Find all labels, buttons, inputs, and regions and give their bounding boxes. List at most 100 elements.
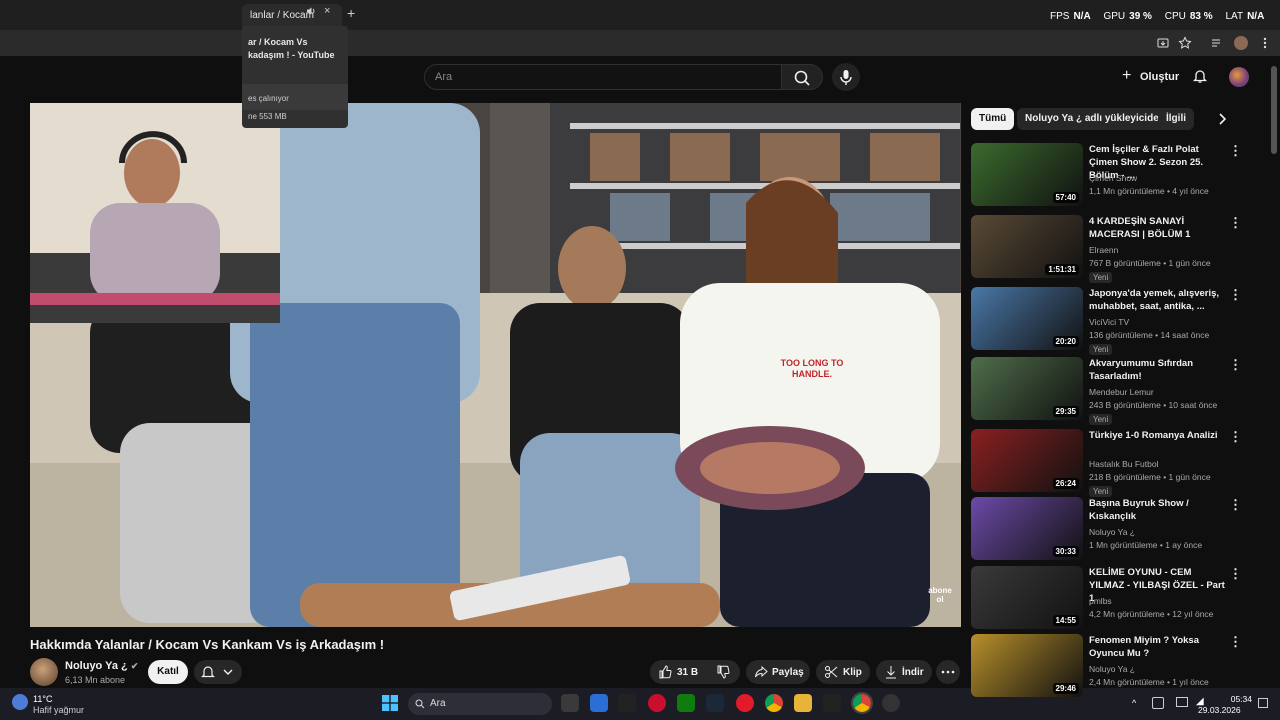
weather-temperature[interactable]: 11°C	[33, 694, 52, 704]
more-vertical-icon[interactable]: ⋮	[1229, 429, 1242, 445]
join-button[interactable]: Katıl	[148, 660, 188, 684]
chrome-icon[interactable]	[765, 694, 783, 712]
browser-menu-icon[interactable]	[1258, 36, 1272, 50]
start-button[interactable]	[382, 695, 398, 711]
recommendation-channel[interactable]: ViciVici TV	[1089, 317, 1129, 327]
more-vertical-icon[interactable]: ⋮	[1229, 215, 1242, 231]
yandex-icon[interactable]	[736, 694, 754, 712]
video-thumbnail[interactable]: 26:24	[971, 429, 1083, 492]
steam-icon[interactable]	[706, 694, 724, 712]
recommendation-item[interactable]: 26:24 Türkiye 1-0 Romanya Analizi Hastalık…	[971, 429, 1261, 497]
file-explorer-icon[interactable]	[794, 694, 812, 712]
channel-avatar[interactable]	[30, 658, 58, 686]
opera-icon[interactable]	[648, 694, 666, 712]
recommendation-item[interactable]: 30:33 Başına Buyruk Show / Kıskançlık Nolu…	[971, 497, 1261, 561]
app-g2-icon[interactable]	[823, 694, 841, 712]
weather-icon[interactable]	[12, 694, 28, 710]
recommendation-channel[interactable]: Elraenn	[1089, 245, 1118, 255]
recommendation-title[interactable]: Başına Buyruk Show / Kıskançlık	[1089, 497, 1229, 523]
app-g-icon[interactable]	[618, 694, 636, 712]
recommendation-item[interactable]: 57:40 Cem İşçiler & Fazlı Polat Çimen Sho…	[971, 143, 1261, 207]
xbox-icon[interactable]	[677, 694, 695, 712]
more-actions-button[interactable]	[936, 660, 960, 684]
taskbar-search[interactable]: Ara	[408, 693, 552, 715]
notifications-button[interactable]	[1192, 68, 1208, 84]
tab-audio-icon[interactable]	[306, 6, 316, 16]
search-icon	[415, 699, 425, 709]
weather-description[interactable]: Hafif yağmur	[33, 705, 84, 715]
more-vertical-icon[interactable]: ⋮	[1229, 287, 1242, 303]
account-avatar[interactable]	[1229, 67, 1249, 87]
recommendation-channel[interactable]: Çimen Show	[1089, 173, 1137, 183]
recommendation-item[interactable]: 29:46 Fenomen Miyim ? Yoksa Oyuncu Mu ? No…	[971, 634, 1261, 698]
subscribe-watermark[interactable]: abone ol	[926, 586, 954, 610]
more-vertical-icon[interactable]: ⋮	[1229, 357, 1242, 373]
share-icon	[755, 665, 768, 678]
more-vertical-icon[interactable]: ⋮	[1229, 497, 1242, 513]
recommendation-channel[interactable]: Hastalık Bu Futbol	[1089, 459, 1158, 469]
mail-app-icon[interactable]	[590, 694, 608, 712]
chip-all[interactable]: Tümü	[971, 108, 1015, 130]
dislike-button[interactable]	[708, 660, 740, 684]
video-thumbnail[interactable]: 20:20	[971, 287, 1083, 350]
recommendation-item[interactable]: 1:51:31 4 KARDEŞİN SANAYİ MACERASI | BÖLÜ…	[971, 215, 1261, 283]
recommendation-item[interactable]: 29:35 Akvaryumumu Sıfırdan Tasarladım! Men…	[971, 357, 1261, 425]
address-bar[interactable]	[0, 30, 1280, 56]
page-scrollbar[interactable]	[1271, 66, 1277, 154]
download-button[interactable]: İndir	[876, 660, 932, 684]
reading-list-icon[interactable]	[1210, 36, 1224, 50]
video-thumbnail[interactable]: 30:33	[971, 497, 1083, 560]
recommendation-title[interactable]: 4 KARDEŞİN SANAYİ MACERASI | BÖLÜM 1	[1089, 215, 1229, 241]
new-tab-button[interactable]: +	[347, 5, 355, 21]
notification-center-icon[interactable]	[1258, 698, 1268, 708]
recommendation-channel[interactable]: pmlbs	[1089, 596, 1112, 606]
video-thumbnail[interactable]: 1:51:31	[971, 215, 1083, 278]
recommendation-channel[interactable]: Noluyo Ya ¿	[1089, 664, 1135, 674]
tray-app-icon[interactable]	[1152, 697, 1164, 709]
network-icon[interactable]	[1176, 697, 1188, 707]
recommendation-item[interactable]: 20:20 Japonya'da yemek, alışveriş, muhabb…	[971, 287, 1261, 355]
voice-search-button[interactable]	[832, 63, 860, 91]
download-label: İndir	[902, 667, 924, 678]
recommendation-channel[interactable]: Mendebur Lemur	[1089, 387, 1154, 397]
task-view-icon[interactable]	[561, 694, 579, 712]
app-circle-icon[interactable]	[882, 694, 900, 712]
share-button[interactable]: Paylaş	[746, 660, 810, 684]
video-thumbnail[interactable]: 57:40	[971, 143, 1083, 206]
lat-value: N/A	[1247, 11, 1265, 22]
recommendation-title[interactable]: Japonya'da yemek, alışveriş, muhabbet, s…	[1089, 287, 1229, 313]
tray-chevron-icon[interactable]: ^	[1132, 698, 1136, 708]
search-placeholder: Ara	[435, 71, 453, 83]
more-vertical-icon[interactable]: ⋮	[1229, 566, 1242, 582]
clock-date[interactable]: 29.03.2026	[1198, 705, 1241, 715]
chip-next-button[interactable]	[1216, 112, 1228, 126]
video-player[interactable]: TOO LONG TO HANDLE.	[30, 103, 961, 627]
subscription-bell-button[interactable]	[194, 660, 242, 684]
create-button[interactable]: + Oluştur	[1116, 66, 1179, 88]
duration-badge: 57:40	[1052, 192, 1079, 203]
search-button[interactable]	[781, 64, 823, 90]
clip-button[interactable]: Klip	[816, 660, 870, 684]
recommendation-item[interactable]: 14:55 KELİME OYUNU - CEM YILMAZ - YILBAŞI…	[971, 566, 1261, 630]
chrome-active-icon[interactable]	[851, 692, 873, 714]
video-thumbnail[interactable]: 29:46	[971, 634, 1083, 697]
tab-close-icon[interactable]: ×	[324, 5, 330, 17]
video-thumbnail[interactable]: 14:55	[971, 566, 1083, 629]
search-input[interactable]: Ara	[424, 64, 782, 90]
more-vertical-icon[interactable]: ⋮	[1229, 634, 1242, 650]
chip-from-uploader[interactable]: Noluyo Ya ¿ adlı yükleyiciden	[1017, 108, 1173, 130]
recommendation-channel[interactable]: Noluyo Ya ¿	[1089, 527, 1135, 537]
more-vertical-icon[interactable]: ⋮	[1229, 143, 1242, 159]
channel-name[interactable]: Noluyo Ya ¿ ✔	[65, 660, 138, 672]
chip-related[interactable]: İlgili	[1158, 108, 1194, 130]
video-thumbnail[interactable]: 29:35	[971, 357, 1083, 420]
taskbar-search-label: Ara	[430, 698, 446, 709]
recommendation-meta: 1,1 Mn görüntüleme • 4 yıl önce	[1089, 186, 1209, 196]
cpu-unit: %	[1203, 11, 1213, 22]
profile-avatar[interactable]	[1234, 36, 1248, 50]
recommendation-title[interactable]: Akvaryumumu Sıfırdan Tasarladım!	[1089, 357, 1229, 383]
install-app-icon[interactable]	[1156, 36, 1170, 50]
recommendation-title[interactable]: Fenomen Miyim ? Yoksa Oyuncu Mu ?	[1089, 634, 1229, 660]
bookmark-star-icon[interactable]	[1178, 36, 1192, 50]
recommendation-title[interactable]: Türkiye 1-0 Romanya Analizi	[1089, 429, 1229, 442]
